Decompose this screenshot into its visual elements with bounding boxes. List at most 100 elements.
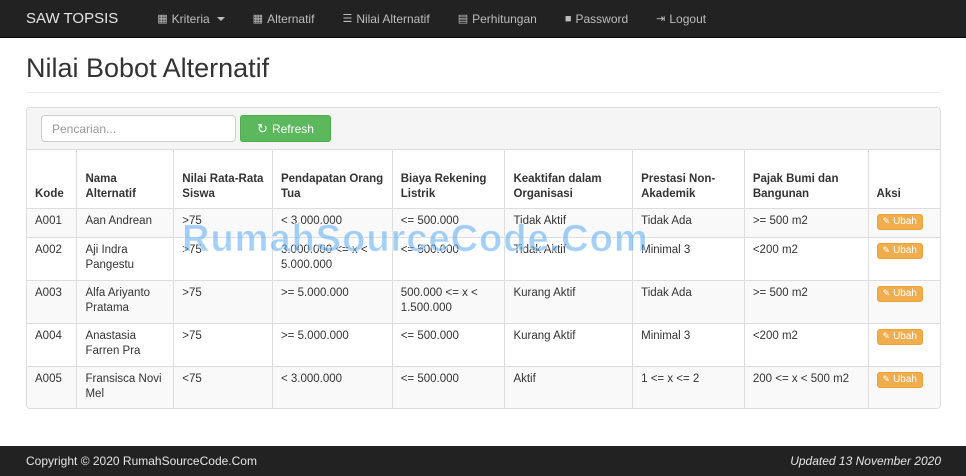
table-row: A003 Alfa Ariyanto Pratama >75 >= 5.000.… bbox=[27, 279, 940, 324]
cell-pajak: >= 500 m2 bbox=[743, 207, 869, 238]
ubah-button[interactable]: ✎ Ubah bbox=[876, 213, 923, 230]
nav-item-label: Nilai Alternatif bbox=[356, 11, 430, 26]
cell-biaya: <= 500.000 bbox=[391, 236, 506, 281]
data-panel: ↻ Refresh Kode Nama Alternatif Nilai Rat… bbox=[26, 107, 941, 409]
brand-link[interactable]: SAW TOPSIS bbox=[0, 0, 143, 38]
nav-item-kriteria[interactable]: ▦ Kriteria bbox=[143, 0, 238, 38]
edit-icon: ✎ bbox=[882, 245, 891, 255]
cell-nama: Fransisca Novi Mel bbox=[76, 365, 175, 408]
cell-pajak: <200 m2 bbox=[743, 236, 869, 281]
cell-biaya: <= 500.000 bbox=[391, 322, 506, 367]
cell-pendapatan: >= 5.000.000 bbox=[271, 279, 393, 324]
search-input[interactable] bbox=[41, 115, 236, 142]
cell-prestasi: 1 <= x <= 2 bbox=[632, 365, 745, 408]
edit-icon: ✎ bbox=[882, 331, 891, 341]
nav-item-label: Logout bbox=[669, 11, 707, 26]
th-large-icon: ▦ bbox=[157, 12, 168, 25]
footer-updated: Updated 13 November 2020 bbox=[790, 454, 941, 468]
column-header: Prestasi Non-Akademik bbox=[632, 150, 745, 209]
cell-keaktifan: Kurang Aktif bbox=[504, 322, 634, 367]
table-header-row: Kode Nama Alternatif Nilai Rata-Rata Sis… bbox=[27, 150, 940, 209]
cell-nilai: >75 bbox=[173, 322, 273, 367]
ubah-label: Ubah bbox=[893, 216, 917, 227]
cell-kode: A002 bbox=[27, 236, 78, 281]
cell-nama: Anastasia Farren Pra bbox=[76, 322, 175, 367]
nav-item-logout[interactable]: ⇥ Logout bbox=[642, 0, 720, 38]
cell-pajak: >= 500 m2 bbox=[743, 279, 869, 324]
cell-nilai: >75 bbox=[173, 236, 273, 281]
cell-pendapatan: < 3.000.000 bbox=[271, 207, 393, 238]
cell-nilai: <75 bbox=[173, 365, 273, 408]
cell-pendapatan: < 3.000.000 bbox=[271, 365, 393, 408]
cell-aksi: ✎ Ubah bbox=[867, 365, 940, 408]
ubah-button[interactable]: ✎ Ubah bbox=[876, 328, 923, 345]
page-header: Nilai Bobot Alternatif bbox=[26, 52, 940, 93]
cell-aksi: ✎ Ubah bbox=[867, 279, 940, 324]
column-header: Aksi bbox=[867, 150, 940, 209]
ubah-button[interactable]: ✎ Ubah bbox=[876, 242, 923, 259]
column-header: Nama Alternatif bbox=[76, 150, 175, 209]
edit-icon: ✎ bbox=[882, 288, 891, 298]
cell-nama: Alfa Ariyanto Pratama bbox=[76, 279, 175, 324]
calendar-icon: ▤ bbox=[457, 12, 469, 25]
cell-keaktifan: Tidak Aktif bbox=[504, 207, 634, 238]
nav-item-label: Perhitungan bbox=[472, 11, 537, 26]
nav-item-perhitungan[interactable]: ▤ Perhitungan bbox=[444, 0, 551, 38]
cell-biaya: <= 500.000 bbox=[391, 207, 506, 238]
table-row: A001 Aan Andrean >75 < 3.000.000 <= 500.… bbox=[27, 207, 940, 238]
column-header: Biaya Rekening Listrik bbox=[391, 150, 506, 209]
ubah-button[interactable]: ✎ Ubah bbox=[876, 285, 923, 302]
th-icon: ▦ bbox=[252, 12, 264, 25]
column-header: Pajak Bumi dan Bangunan bbox=[743, 150, 869, 209]
cell-pendapatan: 3.000.000 <= x < 5.000.000 bbox=[271, 236, 393, 281]
cell-aksi: ✎ Ubah bbox=[867, 322, 940, 367]
ubah-button[interactable]: ✎ Ubah bbox=[876, 371, 923, 388]
ubah-label: Ubah bbox=[893, 331, 917, 342]
table-row: A002 Aji Indra Pangestu >75 3.000.000 <=… bbox=[27, 236, 940, 281]
footer: Copyright © 2020 RumahSourceCode.Com Upd… bbox=[0, 446, 966, 476]
nav-item-alternatif[interactable]: ▦ Alternatif bbox=[239, 0, 329, 38]
nav-item-nilai-alternatif[interactable]: ☰ Nilai Alternatif bbox=[328, 0, 443, 38]
refresh-label: Refresh bbox=[271, 121, 314, 136]
cell-kode: A003 bbox=[27, 279, 78, 324]
cell-nama: Aan Andrean bbox=[76, 207, 175, 238]
panel-toolbar: ↻ Refresh bbox=[27, 108, 940, 150]
nav-item-password[interactable]: ■ Password bbox=[551, 0, 642, 38]
cell-biaya: <= 500.000 bbox=[391, 365, 506, 408]
refresh-icon: ↻ bbox=[257, 120, 268, 136]
cell-kode: A004 bbox=[27, 322, 78, 367]
cell-nilai: >75 bbox=[173, 279, 273, 324]
column-header: Kode bbox=[27, 150, 78, 209]
ubah-label: Ubah bbox=[893, 245, 917, 256]
top-navbar: SAW TOPSIS ▦ Kriteria ▦ Alternatif ☰ Nil… bbox=[0, 0, 966, 38]
cell-nilai: >75 bbox=[173, 207, 273, 238]
th-list-icon: ☰ bbox=[342, 12, 353, 25]
cell-keaktifan: Aktif bbox=[504, 365, 634, 408]
cell-prestasi: Tidak Ada bbox=[632, 207, 745, 238]
table-row: A004 Anastasia Farren Pra >75 >= 5.000.0… bbox=[27, 322, 940, 367]
page-title: Nilai Bobot Alternatif bbox=[26, 53, 270, 83]
lock-icon: ■ bbox=[564, 12, 572, 25]
cell-aksi: ✎ Ubah bbox=[867, 207, 940, 238]
cell-prestasi: Minimal 3 bbox=[632, 322, 745, 367]
column-header: Pendapatan Orang Tua bbox=[271, 150, 393, 209]
refresh-button[interactable]: ↻ Refresh bbox=[240, 115, 331, 142]
cell-kode: A005 bbox=[27, 365, 78, 408]
nav-item-label: Alternatif bbox=[267, 11, 315, 26]
ubah-label: Ubah bbox=[893, 374, 917, 385]
caret-down-icon bbox=[216, 16, 225, 21]
edit-icon: ✎ bbox=[882, 374, 891, 384]
table-row: A005 Fransisca Novi Mel <75 < 3.000.000 … bbox=[27, 365, 940, 408]
cell-aksi: ✎ Ubah bbox=[867, 236, 940, 281]
cell-keaktifan: Kurang Aktif bbox=[504, 279, 634, 324]
cell-prestasi: Tidak Ada bbox=[632, 279, 745, 324]
cell-pendapatan: >= 5.000.000 bbox=[271, 322, 393, 367]
nav-item-label: Password bbox=[575, 11, 629, 26]
nav-item-label: Kriteria bbox=[171, 11, 210, 26]
cell-prestasi: Minimal 3 bbox=[632, 236, 745, 281]
cell-nama: Aji Indra Pangestu bbox=[76, 236, 175, 281]
cell-keaktifan: Tidak Aktif bbox=[504, 236, 634, 281]
logout-icon: ⇥ bbox=[656, 12, 666, 25]
edit-icon: ✎ bbox=[882, 216, 891, 226]
alternatif-table: Kode Nama Alternatif Nilai Rata-Rata Sis… bbox=[27, 150, 940, 408]
